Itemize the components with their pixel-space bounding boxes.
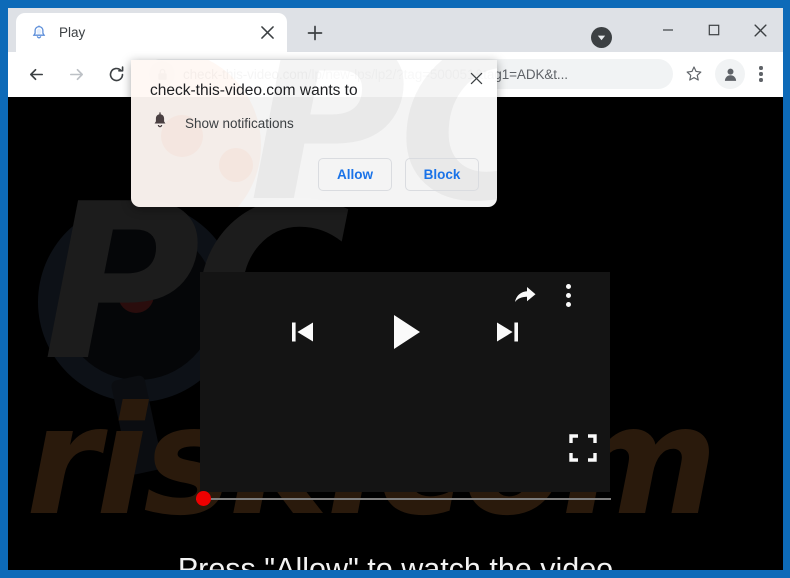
bookmark-star-icon[interactable] xyxy=(679,59,709,89)
progress-knob[interactable] xyxy=(196,491,211,506)
menu-dot xyxy=(759,72,763,76)
menu-dot xyxy=(759,78,763,82)
notification-permission-popup: PC check-this-video.com wants to xyxy=(131,60,497,207)
reload-button[interactable] xyxy=(100,58,132,90)
player-top-actions xyxy=(512,282,571,308)
tab-strip: Play xyxy=(8,8,783,52)
next-button[interactable] xyxy=(490,315,524,349)
popup-bleed-circle xyxy=(219,148,253,182)
allow-button[interactable]: Allow xyxy=(318,158,392,191)
previous-button[interactable] xyxy=(286,315,320,349)
share-icon[interactable] xyxy=(512,282,538,308)
fullscreen-icon[interactable] xyxy=(569,434,597,462)
menu-dot xyxy=(759,66,763,70)
more-dot xyxy=(566,283,571,289)
back-button[interactable] xyxy=(20,58,52,90)
close-icon[interactable] xyxy=(256,22,278,44)
call-to-action-text: Press "Allow" to watch the video xyxy=(177,552,614,570)
more-dot xyxy=(566,301,571,307)
close-window-icon[interactable] xyxy=(737,8,783,52)
minimize-icon[interactable] xyxy=(645,8,691,52)
watermark-magnifier-handle xyxy=(110,374,164,476)
popup-permission-text: Show notifications xyxy=(185,115,294,131)
watermark-magnifier-lens xyxy=(60,224,216,380)
tab-title: Play xyxy=(59,25,86,40)
bell-icon xyxy=(152,112,168,134)
watermark-lens-dot xyxy=(118,277,154,313)
video-progress-bar[interactable] xyxy=(196,491,611,507)
popup-actions: Allow Block xyxy=(318,158,479,191)
popup-close-icon[interactable] xyxy=(463,65,489,91)
browser-tab-play[interactable]: Play xyxy=(16,13,287,52)
browser-menu-icon[interactable] xyxy=(747,59,775,89)
popup-permission-row: Show notifications xyxy=(152,112,294,134)
play-button[interactable] xyxy=(382,309,428,355)
bell-icon xyxy=(30,24,48,42)
profile-avatar[interactable] xyxy=(715,59,745,89)
browser-window: Play PC Press "Allow" to watch the video… xyxy=(8,8,783,570)
window-controls xyxy=(645,8,783,52)
screenshot-frame: Play PC Press "Allow" to watch the video… xyxy=(0,0,790,578)
maximize-icon[interactable] xyxy=(691,8,737,52)
forward-button[interactable] xyxy=(60,58,92,90)
popup-title: check-this-video.com wants to xyxy=(150,82,358,99)
player-more-icon[interactable] xyxy=(566,283,571,307)
block-button[interactable]: Block xyxy=(405,158,479,191)
more-dot xyxy=(566,292,571,298)
download-icon[interactable] xyxy=(591,27,612,48)
new-tab-button[interactable] xyxy=(302,20,328,46)
progress-track xyxy=(196,498,611,500)
